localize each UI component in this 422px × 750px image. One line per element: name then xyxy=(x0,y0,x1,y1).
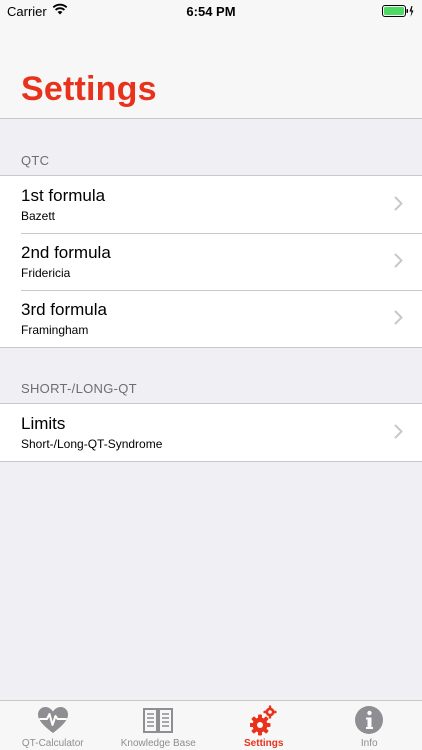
row-title: 2nd formula xyxy=(21,243,111,262)
tab-bar: QT-Calculator Knowledge Base Settings In… xyxy=(0,700,422,750)
settings-group-qtc: 1st formula Bazett 2nd formula Friderici… xyxy=(0,175,422,348)
row-title: 3rd formula xyxy=(21,300,107,319)
row-2nd-formula[interactable]: 2nd formula Fridericia xyxy=(0,233,422,290)
row-subtitle: Fridericia xyxy=(21,266,71,280)
row-subtitle: Short-/Long-QT-Syndrome xyxy=(21,437,163,451)
row-title: 1st formula xyxy=(21,186,106,205)
clock-label: 6:54 PM xyxy=(186,4,236,19)
page-title: Settings xyxy=(21,70,157,108)
settings-group-short-long-qt: Limits Short-/Long-QT-Syndrome xyxy=(0,403,422,462)
chevron-right-icon xyxy=(394,310,403,330)
tab-settings[interactable]: Settings xyxy=(211,701,317,750)
tab-label: Knowledge Base xyxy=(120,738,196,749)
chevron-right-icon xyxy=(394,253,403,273)
info-icon xyxy=(354,705,384,740)
tab-label: Info xyxy=(360,738,378,749)
status-bar: Carrier 6:54 PM xyxy=(0,0,422,24)
tab-label: QT-Calculator xyxy=(21,738,84,749)
section-header-qtc: QTC xyxy=(21,153,50,168)
gears-icon xyxy=(249,705,278,742)
tab-label: Settings xyxy=(244,738,284,749)
battery-icon xyxy=(382,5,414,21)
row-title: Limits xyxy=(21,414,66,433)
chevron-right-icon xyxy=(394,424,403,444)
tab-info[interactable]: Info xyxy=(317,701,422,750)
book-icon xyxy=(142,705,174,740)
chevron-right-icon xyxy=(394,196,403,216)
heart-pulse-icon xyxy=(36,705,70,740)
row-1st-formula[interactable]: 1st formula Bazett xyxy=(0,176,422,233)
section-header-short-long-qt: SHORT-/LONG-QT xyxy=(21,381,137,396)
row-subtitle: Framingham xyxy=(21,323,89,337)
row-limits[interactable]: Limits Short-/Long-QT-Syndrome xyxy=(0,404,422,461)
tab-knowledge-base[interactable]: Knowledge Base xyxy=(106,701,212,750)
row-3rd-formula[interactable]: 3rd formula Framingham xyxy=(0,290,422,347)
row-subtitle: Bazett xyxy=(21,209,56,223)
tab-qt-calculator[interactable]: QT-Calculator xyxy=(0,701,106,750)
navigation-header: Settings xyxy=(0,24,422,119)
